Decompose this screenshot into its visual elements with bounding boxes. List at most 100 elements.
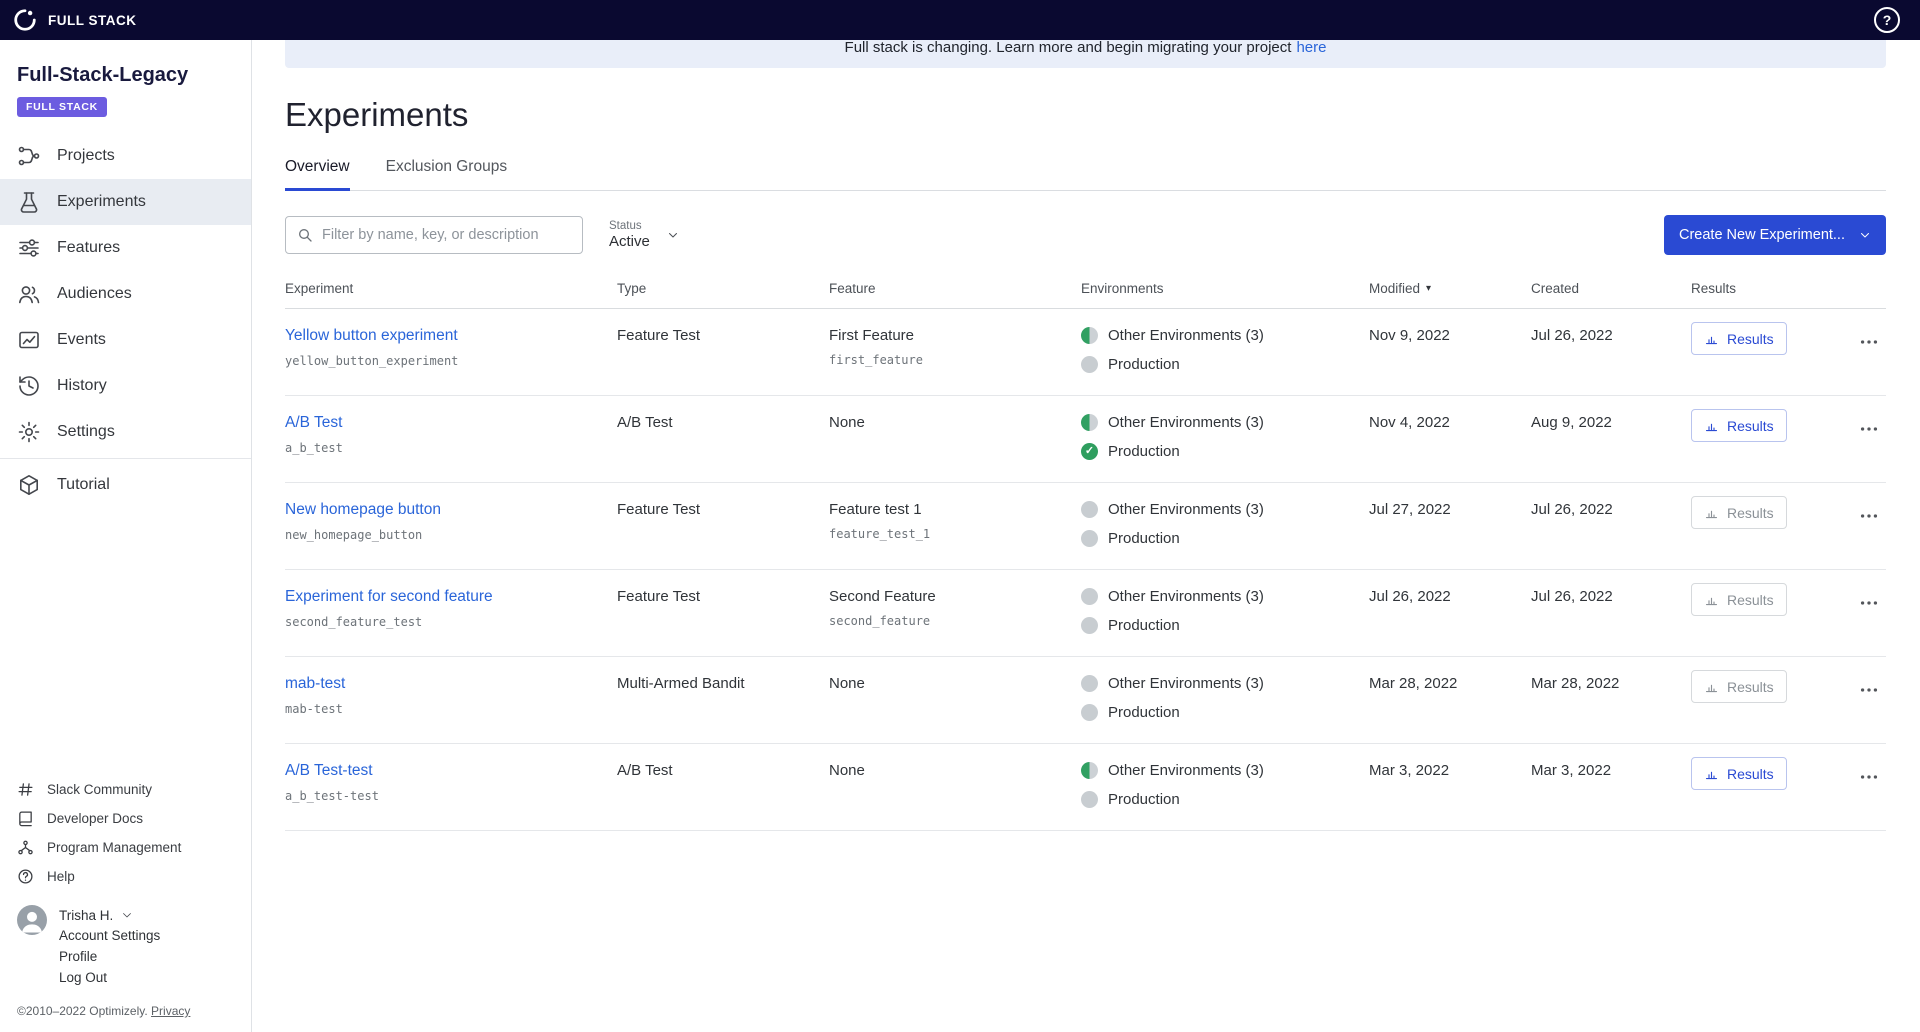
results-button[interactable]: Results	[1691, 670, 1787, 703]
projects-icon	[18, 146, 40, 166]
row-menu-cell	[1856, 412, 1886, 446]
sidebar-item-tutorial[interactable]: Tutorial	[0, 462, 251, 508]
hash-icon	[18, 783, 33, 796]
account-settings-link[interactable]: Account Settings	[59, 925, 160, 946]
experiment-cell: mab-test mab-test	[285, 675, 617, 716]
user-section: Trisha H. Account Settings Profile Log O…	[17, 905, 234, 988]
sidebar-item-experiments[interactable]: Experiments	[0, 179, 251, 225]
results-button[interactable]: Results	[1691, 322, 1787, 355]
environments-cell: Other Environments (3) Production	[1081, 762, 1369, 808]
table-row: Yellow button experiment yellow_button_e…	[285, 309, 1886, 396]
results-button-label: Results	[1727, 591, 1774, 608]
environment-row: Other Environments (3)	[1081, 588, 1355, 605]
sidebar-item-events[interactable]: Events	[0, 317, 251, 363]
feature-name: None	[829, 675, 865, 692]
modified-cell: Jul 26, 2022	[1369, 588, 1451, 605]
feature-name: Feature test 1	[829, 501, 922, 518]
column-created[interactable]: Created	[1531, 281, 1691, 296]
banner-here-link[interactable]: here	[1296, 39, 1326, 56]
sidebar-item-features[interactable]: Features	[0, 225, 251, 271]
column-results[interactable]: Results	[1691, 281, 1843, 296]
experiment-link[interactable]: New homepage button	[285, 501, 441, 519]
experiment-key: a_b_test-test	[285, 789, 379, 803]
type-cell: Feature Test	[617, 501, 701, 518]
help-icon[interactable]: ?	[1874, 7, 1900, 33]
row-menu-button[interactable]	[1856, 673, 1882, 707]
env-status-icon	[1081, 617, 1098, 634]
filter-input[interactable]	[322, 227, 571, 243]
sidebar-item-history[interactable]: History	[0, 363, 251, 409]
sidebar-item-audiences[interactable]: Audiences	[0, 271, 251, 317]
environment-row: Other Environments (3)	[1081, 762, 1355, 779]
sidebar-item-projects[interactable]: Projects	[0, 133, 251, 179]
sidebar-link-program-management[interactable]: Program Management	[17, 833, 234, 862]
results-button[interactable]: Results	[1691, 583, 1787, 616]
experiment-link[interactable]: Experiment for second feature	[285, 588, 493, 606]
experiment-key: a_b_test	[285, 441, 343, 455]
row-menu-button[interactable]	[1856, 499, 1882, 533]
results-button-label: Results	[1727, 765, 1774, 782]
sidebar-item-settings[interactable]: Settings	[0, 409, 251, 455]
environment-label: Other Environments (3)	[1108, 588, 1264, 605]
experiment-link[interactable]: Yellow button experiment	[285, 327, 458, 345]
tab-overview[interactable]: Overview	[285, 158, 350, 191]
results-button-label: Results	[1727, 504, 1774, 521]
results-button[interactable]: Results	[1691, 496, 1787, 529]
results-button[interactable]: Results	[1691, 757, 1787, 790]
row-menu-button[interactable]	[1856, 412, 1882, 446]
create-new-experiment-button[interactable]: Create New Experiment...	[1663, 215, 1886, 255]
experiment-link[interactable]: A/B Test	[285, 414, 342, 432]
row-menu-button[interactable]	[1856, 760, 1882, 794]
chevron-down-icon	[668, 233, 677, 238]
user-name-toggle[interactable]: Trisha H.	[59, 905, 160, 925]
sidebar-link-slack-community[interactable]: Slack Community	[17, 775, 234, 804]
env-status-icon	[1081, 791, 1098, 808]
privacy-link[interactable]: Privacy	[151, 1004, 190, 1018]
environment-label: Production	[1108, 791, 1180, 808]
experiment-key: mab-test	[285, 702, 343, 716]
experiment-cell: Experiment for second feature second_fea…	[285, 588, 617, 629]
sidebar-link-help[interactable]: Help	[17, 862, 234, 891]
environment-label: Other Environments (3)	[1108, 414, 1264, 431]
tab-exclusion-groups[interactable]: Exclusion Groups	[386, 158, 507, 191]
experiment-link[interactable]: A/B Test-test	[285, 762, 373, 780]
created-cell: Aug 9, 2022	[1531, 414, 1612, 431]
logout-link[interactable]: Log Out	[59, 967, 160, 988]
column-experiment[interactable]: Experiment	[285, 281, 617, 296]
table-row: Experiment for second feature second_fea…	[285, 570, 1886, 657]
type-cell: A/B Test	[617, 414, 673, 431]
bar-chart-icon	[1705, 336, 1718, 345]
experiment-link[interactable]: mab-test	[285, 675, 345, 693]
env-status-icon	[1081, 588, 1098, 605]
main-content: Full stack is changing. Learn more and b…	[252, 0, 1920, 831]
column-type[interactable]: Type	[617, 281, 829, 296]
nav-divider	[0, 458, 251, 459]
column-modified[interactable]: Modified ▾	[1369, 281, 1531, 296]
bar-chart-icon	[1705, 684, 1718, 693]
created-cell: Jul 26, 2022	[1531, 501, 1613, 518]
sidebar-link-developer-docs[interactable]: Developer Docs	[17, 804, 234, 833]
kebab-icon	[1860, 775, 1878, 779]
row-menu-cell	[1856, 673, 1886, 707]
environment-row: Production	[1081, 791, 1355, 808]
table-row: A/B Test-test a_b_test-test A/B Test Non…	[285, 744, 1886, 831]
chevron-down-icon	[123, 913, 132, 918]
feature-key: second_feature	[829, 614, 931, 628]
status-dropdown[interactable]: Status Active	[609, 220, 679, 250]
row-menu-cell	[1856, 760, 1886, 794]
brand-home-link[interactable]: FULL STACK	[12, 7, 137, 33]
results-button[interactable]: Results	[1691, 409, 1787, 442]
experiment-cell: A/B Test-test a_b_test-test	[285, 762, 617, 803]
search-icon	[299, 229, 312, 242]
env-status-icon	[1081, 530, 1098, 547]
created-cell: Jul 26, 2022	[1531, 588, 1613, 605]
column-feature[interactable]: Feature	[829, 281, 1081, 296]
row-menu-button[interactable]	[1856, 586, 1882, 620]
column-environments[interactable]: Environments	[1081, 281, 1369, 296]
row-menu-button[interactable]	[1856, 325, 1882, 359]
environment-row: Production	[1081, 617, 1355, 634]
tab-bar: Overview Exclusion Groups	[285, 158, 1886, 191]
chevron-down-icon	[1861, 233, 1869, 238]
profile-link[interactable]: Profile	[59, 946, 160, 967]
row-menu-cell	[1856, 499, 1886, 533]
